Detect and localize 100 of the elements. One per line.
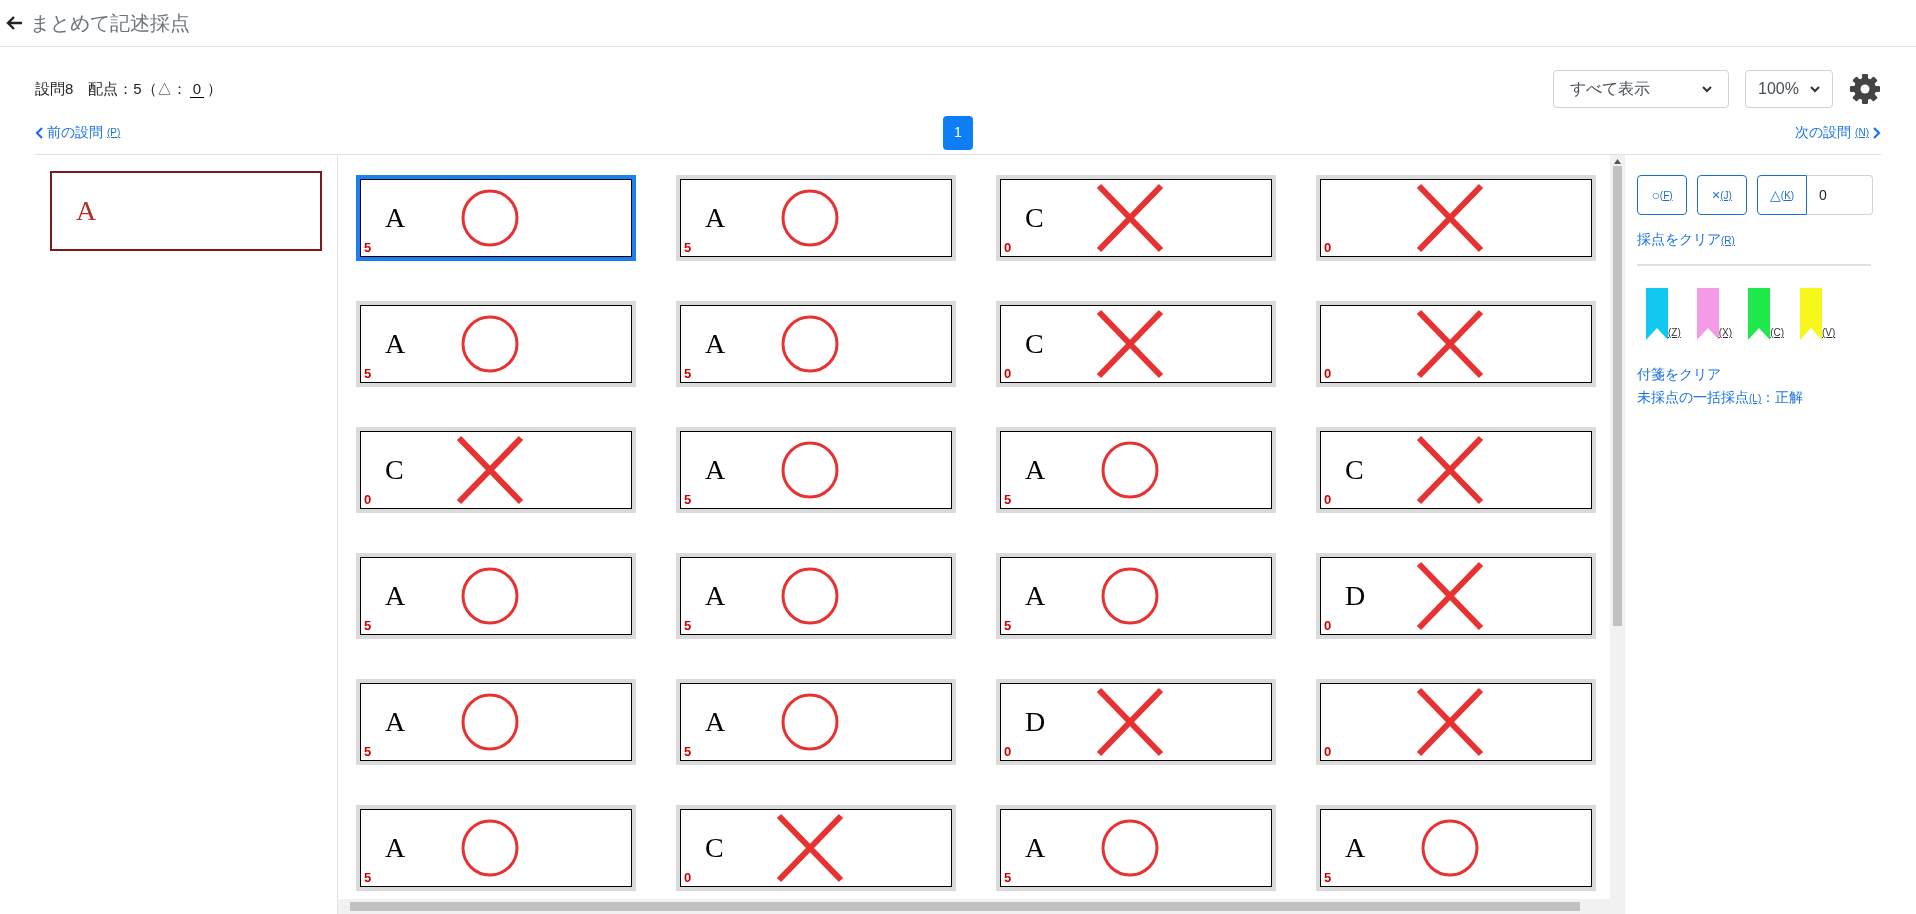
- horizontal-scrollbar[interactable]: [338, 899, 1625, 914]
- answer-card[interactable]: A 5: [676, 301, 956, 387]
- circle-mark-icon: [1101, 819, 1159, 877]
- answer-text: A: [385, 705, 407, 739]
- answer-card[interactable]: A 5: [356, 553, 636, 639]
- grade-button[interactable]: ×(J): [1697, 175, 1747, 215]
- answer-card[interactable]: A 5: [676, 427, 956, 513]
- score-text: 5: [1324, 871, 1332, 884]
- score-text: 0: [1324, 493, 1332, 506]
- answer-text: A: [385, 327, 407, 361]
- circle-mark-icon: [461, 819, 519, 877]
- answer-card[interactable]: A 5: [996, 427, 1276, 513]
- answer-text: A: [705, 579, 727, 613]
- cross-mark-icon: [1416, 309, 1484, 379]
- bookmark-tag-icon[interactable]: [1748, 288, 1771, 340]
- scroll-up-arrow-icon[interactable]: [1614, 159, 1621, 164]
- answer-card[interactable]: A 5: [356, 301, 636, 387]
- circle-mark-icon: [461, 315, 519, 373]
- cross-mark-icon: [1416, 687, 1484, 757]
- circle-mark-icon: [781, 567, 839, 625]
- page-title: まとめて記述採点: [30, 11, 190, 36]
- bookmark-tag-icon[interactable]: [1646, 288, 1668, 340]
- score-text: 5: [684, 493, 692, 506]
- circle-mark-icon: [1421, 819, 1479, 877]
- bookmark-tag-icon[interactable]: [1696, 288, 1719, 340]
- answer-card[interactable]: C 0: [996, 301, 1276, 387]
- cross-mark-icon: [1416, 435, 1484, 505]
- cross-mark-icon: [1096, 183, 1164, 253]
- answer-card[interactable]: A 5: [1316, 805, 1596, 891]
- answer-card[interactable]: A 5: [356, 805, 636, 891]
- partial-score-input[interactable]: 0: [1807, 175, 1873, 215]
- score-text: 0: [1324, 619, 1332, 632]
- score-text: 5: [364, 745, 372, 758]
- score-text: 5: [684, 619, 692, 632]
- answer-card[interactable]: C 0: [996, 175, 1276, 261]
- cross-mark-icon: [1096, 687, 1164, 757]
- answer-card[interactable]: C 0: [356, 427, 636, 513]
- answer-card[interactable]: A 5: [676, 679, 956, 765]
- score-text: 5: [684, 241, 692, 254]
- answer-card[interactable]: A 5: [676, 553, 956, 639]
- cross-mark-icon: [1096, 309, 1164, 379]
- cross-mark-icon: [456, 435, 524, 505]
- score-text: 0: [1324, 745, 1332, 758]
- next-question-link[interactable]: 次の設問 (N): [1795, 122, 1881, 143]
- answer-card[interactable]: 0: [1316, 679, 1596, 765]
- shortcut-key: (Z): [1668, 325, 1681, 340]
- answer-text: A: [385, 579, 407, 613]
- circle-mark-icon: [461, 693, 519, 751]
- score-text: 5: [684, 367, 692, 380]
- previous-question-link[interactable]: 前の設問 (P): [35, 122, 121, 143]
- answer-text: C: [385, 453, 405, 487]
- answer-text: A: [1345, 831, 1367, 865]
- answer-text: A: [705, 327, 727, 361]
- page-button[interactable]: 1: [943, 115, 973, 150]
- answer-card[interactable]: C 0: [676, 805, 956, 891]
- chevron-right-icon: [1873, 126, 1881, 139]
- grade-button[interactable]: △(K): [1757, 175, 1807, 215]
- score-text: 0: [1324, 241, 1332, 254]
- answer-text: A: [705, 453, 727, 487]
- answer-card[interactable]: 0: [1316, 301, 1596, 387]
- grade-button[interactable]: ○(F): [1637, 175, 1687, 215]
- score-text: 0: [1004, 745, 1012, 758]
- back-arrow-icon[interactable]: [6, 15, 24, 31]
- answer-card[interactable]: A 5: [996, 553, 1276, 639]
- cross-mark-icon: [1416, 183, 1484, 253]
- circle-mark-icon: [461, 189, 519, 247]
- circle-mark-icon: [781, 315, 839, 373]
- answer-card[interactable]: A 5: [356, 679, 636, 765]
- answer-card[interactable]: A 5: [356, 175, 636, 261]
- answer-text: D: [1345, 579, 1367, 613]
- answer-text: A: [1025, 579, 1047, 613]
- answer-card[interactable]: A 5: [676, 175, 956, 261]
- answer-card[interactable]: C 0: [1316, 427, 1596, 513]
- cross-mark-icon: [776, 813, 844, 883]
- score-text: 5: [1004, 871, 1012, 884]
- answer-text: A: [705, 201, 727, 235]
- chevron-left-icon: [35, 126, 43, 139]
- view-select[interactable]: すべて表示: [1553, 70, 1729, 108]
- clear-grading-link[interactable]: 採点をクリア(R): [1637, 229, 1886, 250]
- answer-card[interactable]: 0: [1316, 175, 1596, 261]
- bookmark-tag-icon[interactable]: [1800, 288, 1822, 340]
- shortcut-key: (V): [1822, 325, 1836, 340]
- clear-tags-link[interactable]: 付箋をクリア: [1637, 364, 1886, 385]
- bulk-grade-link[interactable]: 未採点の一括採点(L)：正解: [1637, 387, 1886, 408]
- question-info: 設問8 配点：5（△： 0 ）: [35, 78, 223, 100]
- chevron-down-icon: [1810, 85, 1820, 93]
- vertical-scrollbar[interactable]: [1610, 155, 1625, 899]
- circle-mark-icon: [1101, 567, 1159, 625]
- answer-text: C: [1025, 201, 1045, 235]
- circle-mark-icon: [781, 189, 839, 247]
- settings-icon[interactable]: [1849, 73, 1881, 105]
- answer-text: C: [1345, 453, 1365, 487]
- answer-card[interactable]: A 5: [996, 805, 1276, 891]
- score-text: 5: [364, 241, 372, 254]
- answer-text: C: [705, 831, 725, 865]
- circle-mark-icon: [461, 567, 519, 625]
- zoom-select[interactable]: 100%: [1745, 70, 1833, 108]
- answer-card[interactable]: D 0: [996, 679, 1276, 765]
- answer-text: A: [1025, 453, 1047, 487]
- answer-card[interactable]: D 0: [1316, 553, 1596, 639]
